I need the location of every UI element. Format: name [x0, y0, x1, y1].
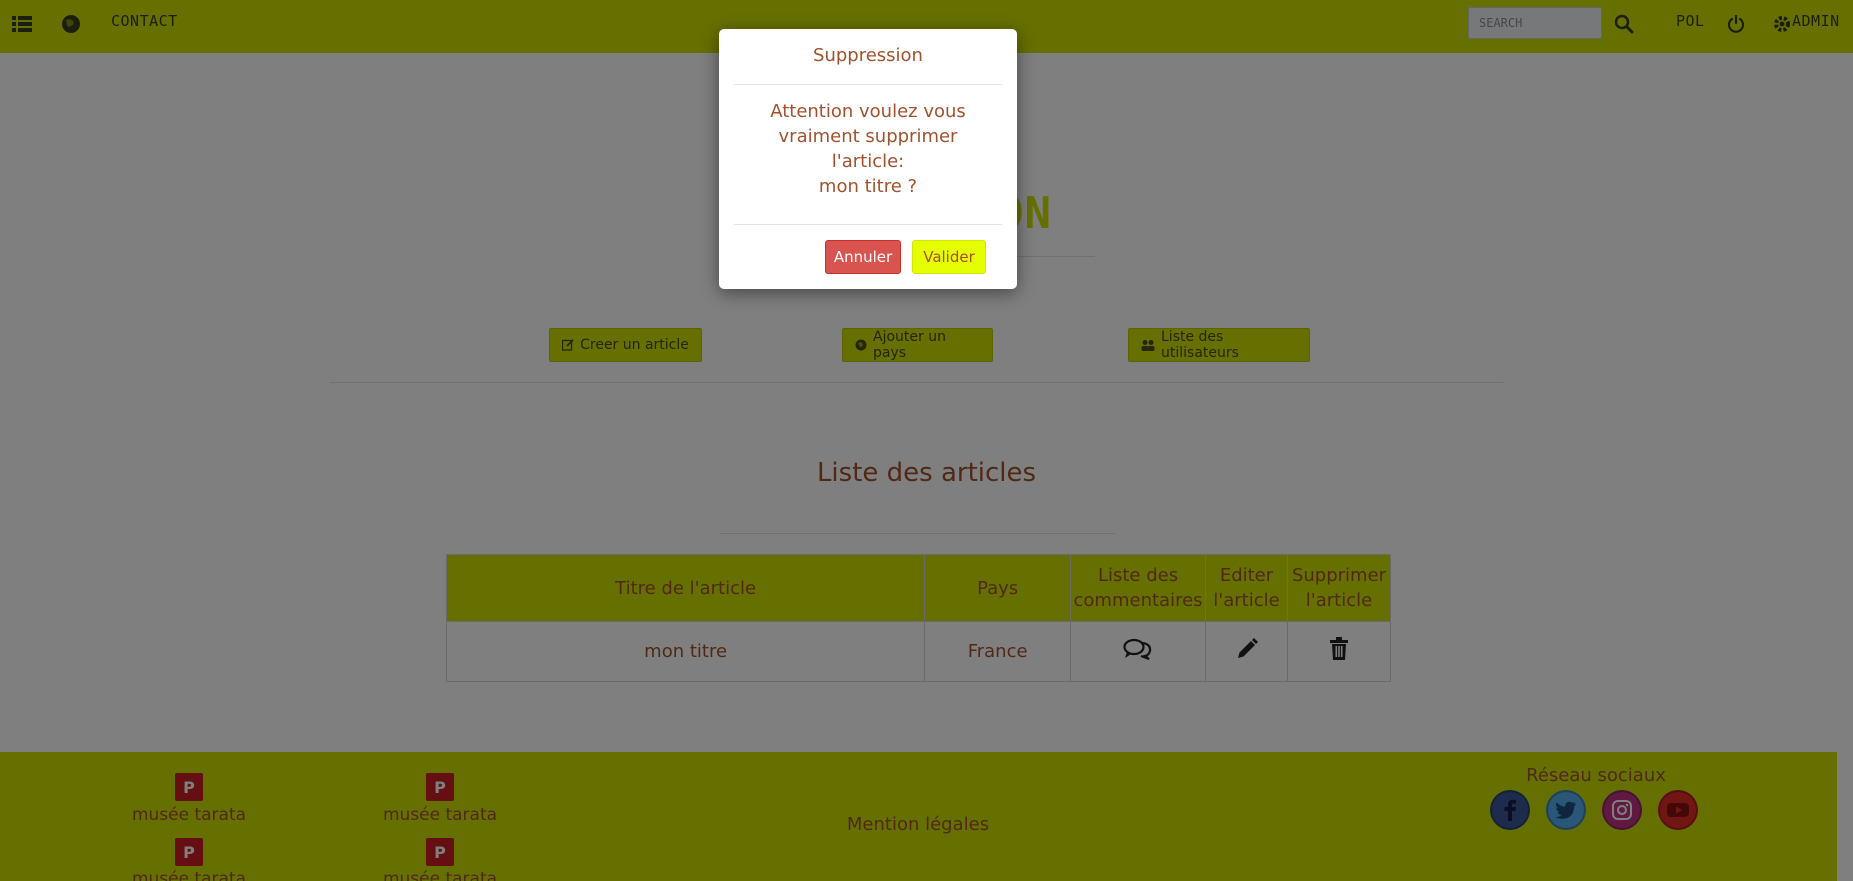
modal-message-line: mon titre ? [818, 176, 918, 197]
modal-message-line: l'article: [831, 151, 905, 172]
modal-message: Attention voulez vous vraiment supprimer… [739, 99, 997, 199]
modal-message-line: Attention voulez vous [770, 101, 966, 122]
confirm-button[interactable]: Valider [912, 240, 986, 274]
modal-title: Suppression [813, 45, 923, 66]
modal-header-divider [734, 84, 1002, 85]
delete-confirmation-modal: Suppression Attention voulez vous vraime… [719, 29, 1017, 289]
cancel-button[interactable]: Annuler [825, 240, 901, 274]
modal-message-line: vraiment supprimer [778, 126, 958, 147]
modal-footer-divider [734, 224, 1002, 225]
